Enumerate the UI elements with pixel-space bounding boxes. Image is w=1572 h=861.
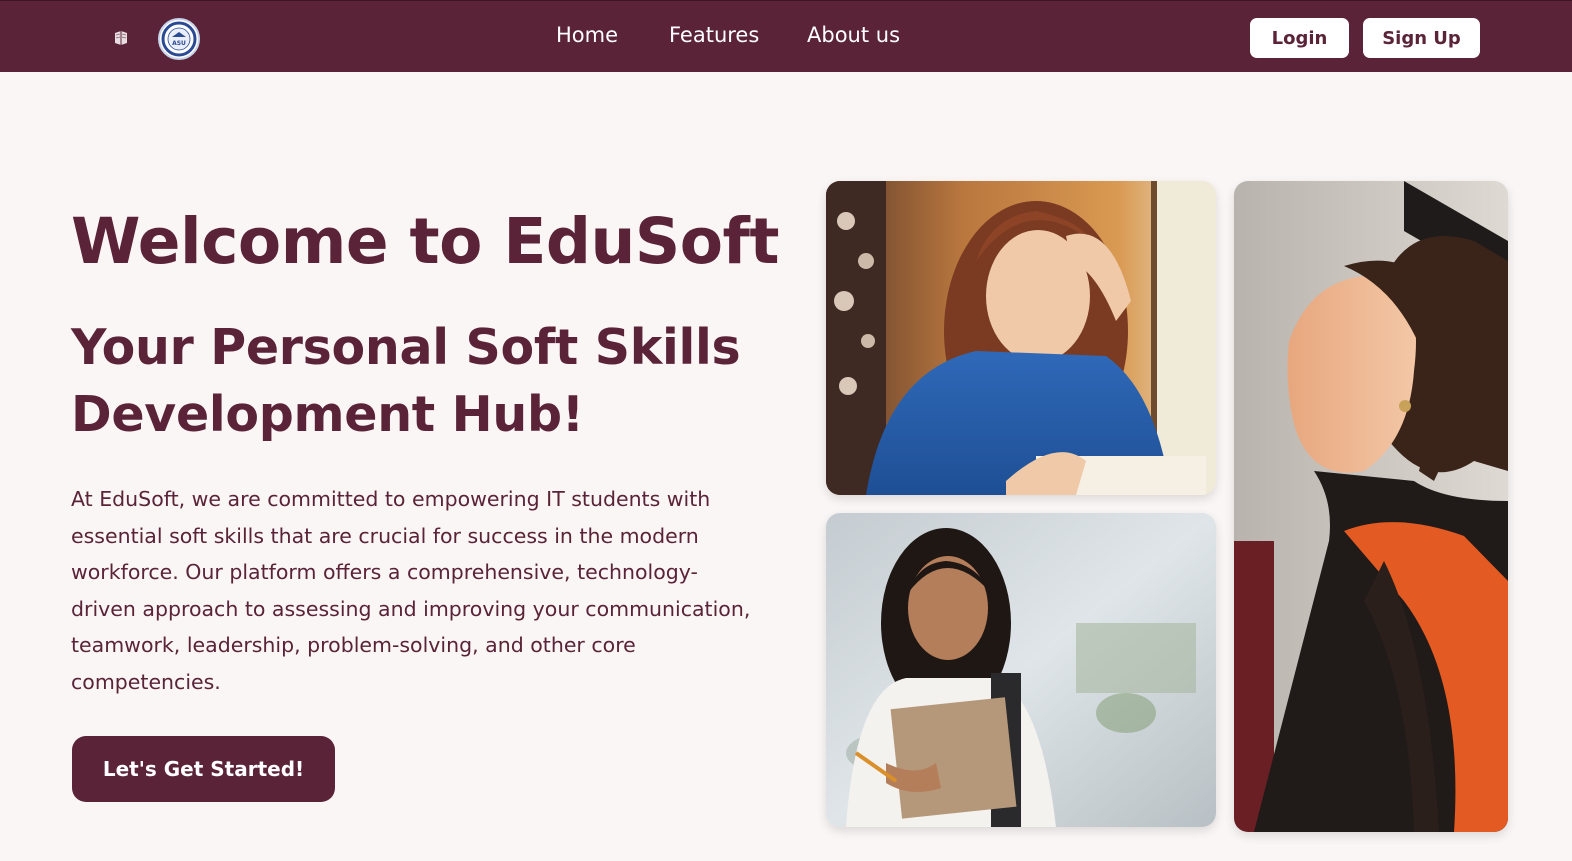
hero-title: Welcome to EduSoft	[71, 205, 780, 278]
login-button[interactable]: Login	[1250, 18, 1349, 58]
student-with-folder-photo	[826, 513, 1216, 827]
university-seal-logo[interactable]: ASU	[158, 18, 200, 60]
get-started-button[interactable]: Let's Get Started!	[72, 736, 335, 802]
book-logo-icon[interactable]	[114, 30, 128, 46]
top-navbar: ASU Home Features About us Login Sign Up	[0, 0, 1572, 72]
hero-description: At EduSoft, we are committed to empoweri…	[71, 487, 751, 694]
nav-link-about-us[interactable]: About us	[807, 23, 900, 47]
seal-text: ASU	[172, 40, 186, 47]
nav-link-home[interactable]: Home	[556, 23, 618, 47]
student-studying-photo	[826, 181, 1216, 495]
graduate-photo	[1234, 181, 1508, 832]
hero-subtitle: Your Personal Soft Skills Development Hu…	[71, 319, 741, 443]
nav-link-features[interactable]: Features	[669, 23, 759, 47]
signup-button[interactable]: Sign Up	[1363, 18, 1480, 58]
